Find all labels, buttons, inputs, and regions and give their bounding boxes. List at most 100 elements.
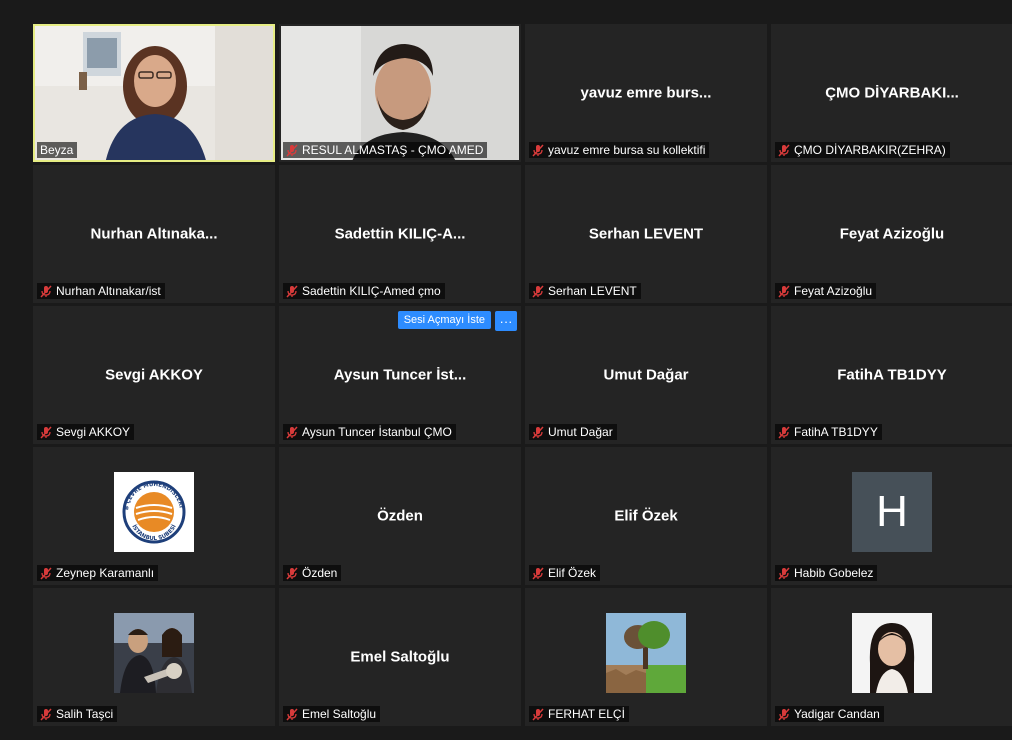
mic-muted-icon: [286, 425, 298, 439]
participant-name: RESUL ALMASTAŞ - ÇMO AMED: [302, 143, 484, 157]
participant-display-name: Emel Saltoğlu: [350, 648, 450, 666]
participant-tile[interactable]: TMMOB ÇEVRE MÜHENDİSLERİ ODASI İSTANBUL …: [33, 447, 275, 585]
participant-name-label: Umut Dağar: [529, 424, 617, 440]
mic-muted-icon: [40, 707, 52, 721]
participant-display-name: ÇMO DİYARBAKI...: [825, 84, 959, 102]
participant-display-name: Nurhan Altınaka...: [90, 225, 218, 243]
participant-tile[interactable]: FERHAT ELÇİ: [525, 588, 767, 726]
participant-name-label: Sevgi AKKOY: [37, 424, 135, 440]
participant-name-label: Beyza: [37, 142, 78, 158]
mic-muted-icon: [532, 143, 544, 157]
participant-video: [281, 26, 519, 160]
participant-display-name: Serhan LEVENT: [588, 225, 704, 243]
participant-name: Beyza: [40, 143, 74, 157]
participant-tile[interactable]: Umut Dağar Umut Dağar: [525, 306, 767, 444]
mic-muted-icon: [532, 707, 544, 721]
participant-tile[interactable]: ÇMO DİYARBAKI... ÇMO DİYARBAKIR(ZEHRA): [771, 24, 1012, 162]
participant-name-label: Yadigar Candan: [775, 706, 884, 722]
participant-display-name: Aysun Tuncer İst...: [333, 366, 467, 384]
mic-muted-icon: [778, 284, 790, 298]
more-options-button[interactable]: ···: [495, 311, 517, 331]
participant-tile[interactable]: FatihA TB1DYY FatihA TB1DYY: [771, 306, 1012, 444]
request-unmute-button[interactable]: Sesi Açmayı İste: [397, 311, 491, 329]
participant-name-label: RESUL ALMASTAŞ - ÇMO AMED: [283, 142, 488, 158]
participant-tile[interactable]: Feyat Azizoğlu Feyat Azizoğlu: [771, 165, 1012, 303]
participant-name-label: yavuz emre bursa su kollektifi: [529, 142, 710, 158]
participant-name: FatihA TB1DYY: [794, 425, 878, 439]
mic-muted-icon: [532, 566, 544, 580]
mic-muted-icon: [778, 707, 790, 721]
participant-name-label: FERHAT ELÇİ: [529, 706, 629, 722]
participant-name: Habib Gobelez: [794, 566, 874, 580]
participant-name-label: Nurhan Altınakar/ist: [37, 283, 165, 299]
participant-name: FERHAT ELÇİ: [548, 707, 625, 721]
participant-name: Aysun Tuncer İstanbul ÇMO: [302, 425, 452, 439]
participant-video: [35, 26, 273, 160]
participant-display-name: Elif Özek: [614, 507, 678, 525]
participant-tile-beyza[interactable]: Beyza: [33, 24, 275, 162]
participant-tile[interactable]: Nurhan Altınaka... Nurhan Altınakar/ist: [33, 165, 275, 303]
mic-muted-icon: [286, 566, 298, 580]
mic-muted-icon: [286, 284, 298, 298]
mic-muted-icon: [40, 284, 52, 298]
participant-display-name: Sadettin KILIÇ-A...: [334, 225, 466, 243]
participant-name: ÇMO DİYARBAKIR(ZEHRA): [794, 143, 946, 157]
participant-name-label: Sadettin KILIÇ-Amed çmo: [283, 283, 445, 299]
mic-muted-icon: [532, 284, 544, 298]
participant-name-label: Elif Özek: [529, 565, 601, 581]
participant-display-name: Umut Dağar: [603, 366, 689, 384]
participant-tile[interactable]: Emel Saltoğlu Emel Saltoğlu: [279, 588, 521, 726]
participant-display-name: FatihA TB1DYY: [837, 366, 947, 384]
participant-display-name: Sevgi AKKOY: [105, 366, 203, 384]
mic-muted-icon: [778, 143, 790, 157]
participant-name: Salih Taşci: [56, 707, 114, 721]
participant-tile[interactable]: Sadettin KILIÇ-A... Sadettin KILIÇ-Amed …: [279, 165, 521, 303]
participant-name-label: Salih Taşci: [37, 706, 118, 722]
participant-tile[interactable]: Elif Özek Elif Özek: [525, 447, 767, 585]
participant-tile-resul[interactable]: RESUL ALMASTAŞ - ÇMO AMED: [279, 24, 521, 162]
participant-name-label: Feyat Azizoğlu: [775, 283, 877, 299]
participant-name: Serhan LEVENT: [548, 284, 637, 298]
participant-name: Umut Dağar: [548, 425, 613, 439]
participant-name: Feyat Azizoğlu: [794, 284, 873, 298]
profile-photo: [852, 613, 932, 693]
participant-name: Sevgi AKKOY: [56, 425, 131, 439]
participant-name-label: ÇMO DİYARBAKIR(ZEHRA): [775, 142, 950, 158]
profile-photo: [606, 613, 686, 693]
mic-muted-icon: [40, 566, 52, 580]
avatar-initial: H: [852, 472, 932, 552]
participant-name: Sadettin KILIÇ-Amed çmo: [302, 284, 441, 298]
participant-name-label: Serhan LEVENT: [529, 283, 641, 299]
mic-muted-icon: [40, 425, 52, 439]
video-grid: Beyza RESUL ALMASTAŞ - ÇMO AMED yavuz em…: [33, 24, 1012, 726]
participant-tile[interactable]: Serhan LEVENT Serhan LEVENT: [525, 165, 767, 303]
participant-tile[interactable]: Özden Özden: [279, 447, 521, 585]
participant-name: Emel Saltoğlu: [302, 707, 377, 721]
profile-logo: TMMOB ÇEVRE MÜHENDİSLERİ ODASI İSTANBUL …: [114, 472, 194, 552]
participant-tile-hovered[interactable]: Sesi Açmayı İste ··· Aysun Tuncer İst...…: [279, 306, 521, 444]
mic-muted-icon: [286, 143, 298, 157]
participant-name-label: Özden: [283, 565, 342, 581]
profile-photo: [114, 613, 194, 693]
participant-name-label: Habib Gobelez: [775, 565, 878, 581]
participant-name: Elif Özek: [548, 566, 597, 580]
participant-name-label: Aysun Tuncer İstanbul ÇMO: [283, 424, 456, 440]
participant-display-name: Feyat Azizoğlu: [839, 225, 945, 243]
participant-display-name: Özden: [377, 507, 423, 525]
participant-name-label: FatihA TB1DYY: [775, 424, 882, 440]
participant-name: Zeynep Karamanlı: [56, 566, 155, 580]
participant-name: Yadigar Candan: [794, 707, 880, 721]
participant-tile[interactable]: yavuz emre burs... yavuz emre bursa su k…: [525, 24, 767, 162]
participant-name-label: Emel Saltoğlu: [283, 706, 381, 722]
participant-name: yavuz emre bursa su kollektifi: [548, 143, 706, 157]
mic-muted-icon: [286, 707, 298, 721]
participant-tile[interactable]: Sevgi AKKOY Sevgi AKKOY: [33, 306, 275, 444]
mic-muted-icon: [532, 425, 544, 439]
participant-name-label: Zeynep Karamanlı: [37, 565, 159, 581]
mic-muted-icon: [778, 566, 790, 580]
participant-tile[interactable]: Salih Taşci: [33, 588, 275, 726]
participant-name: Özden: [302, 566, 338, 580]
participant-tile[interactable]: Yadigar Candan: [771, 588, 1012, 726]
participant-name: Nurhan Altınakar/ist: [56, 284, 161, 298]
participant-tile[interactable]: H Habib Gobelez: [771, 447, 1012, 585]
